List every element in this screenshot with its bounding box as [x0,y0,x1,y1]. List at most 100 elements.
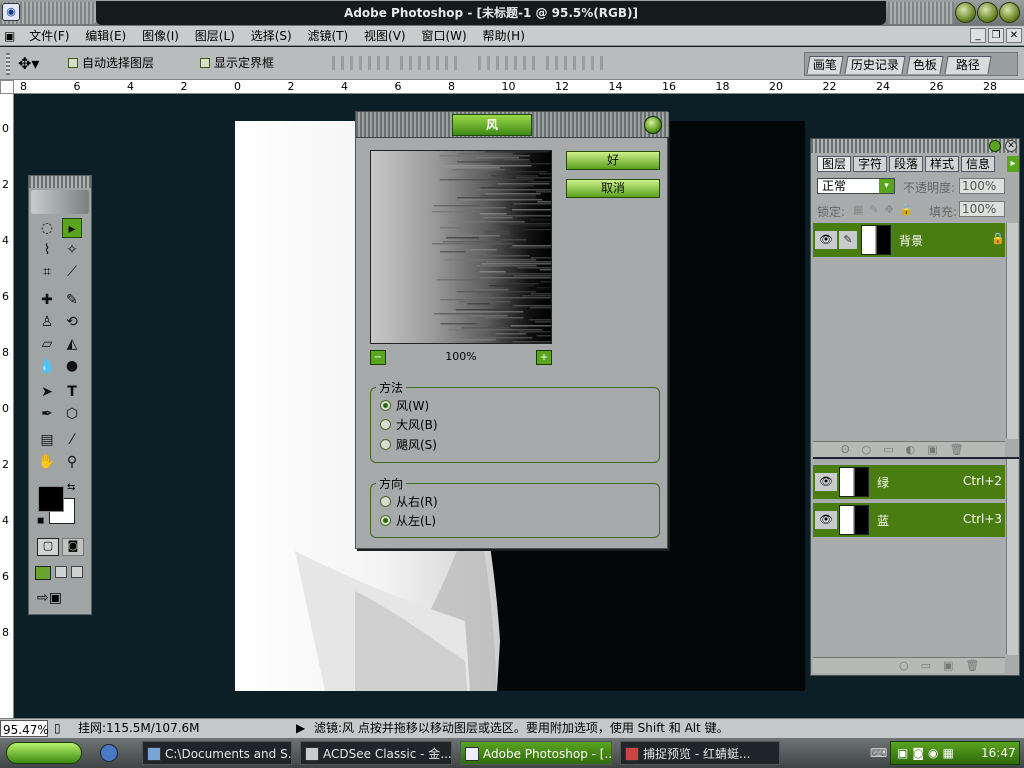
document-icon[interactable]: ▣ [0,26,19,46]
distribute-icons-group[interactable] [478,56,536,70]
filter-preview[interactable] [370,150,552,344]
zoom-icon[interactable]: ⚲ [62,452,82,472]
show-bounding-box-checkbox[interactable]: 显示定界框 [200,55,274,71]
tab-info[interactable]: 信息 [961,156,995,172]
marquee-icon[interactable]: ◌ [37,218,57,238]
visibility-eye-icon[interactable]: 👁 [815,473,837,491]
menu-filter[interactable]: 滤镜(T) [302,26,355,46]
menu-image[interactable]: 图像(I) [136,26,185,46]
palette-menu-arrow-icon[interactable]: ▸ [1007,156,1019,172]
opacity-field[interactable]: 100% [959,178,1005,194]
screen-mode-full-menu-icon[interactable] [55,566,67,578]
visibility-eye-icon[interactable]: 👁 [815,511,837,529]
layers-bottom-icons[interactable]: ʘ○▭◐▣🗑 [813,441,1005,457]
tab-character[interactable]: 字符 [853,156,887,172]
magic-wand-icon[interactable]: ✧ [62,240,82,260]
doc-minimize-icon[interactable]: _ [970,28,986,43]
well-tab-paths[interactable]: 路径 [944,56,992,74]
minimize-icon[interactable] [955,2,976,23]
task-acdsee[interactable]: ACDSee Classic - 金... [300,741,452,765]
direction-from-right-radio[interactable]: 从右(R) [380,494,438,510]
eraser-icon[interactable]: ▱ [37,334,57,354]
notes-icon[interactable]: ▤ [37,430,57,450]
type-tool-icon[interactable]: T [62,382,82,402]
foreground-color-swatch[interactable] [38,486,64,512]
clone-stamp-icon[interactable]: ♙ [37,312,57,332]
swap-colors-icon[interactable]: ⇆ [67,482,75,493]
task-photoshop[interactable]: Adobe Photoshop - [... [460,741,612,765]
ok-button[interactable]: 好 [566,151,660,170]
dialog-close-icon[interactable] [644,116,662,134]
horizontal-ruler[interactable]: 8 6 4 2 0 2 4 6 8 10 12 14 16 18 20 22 24 26 28 [14,80,1024,94]
lock-icons[interactable]: ▦✎✥🔒 [853,203,920,216]
crop-icon[interactable]: ⌗ [37,262,57,282]
auto-select-layer-checkbox[interactable]: 自动选择图层 [68,55,154,71]
feather-logo-icon[interactable] [31,190,89,214]
menu-window[interactable]: 窗口(W) [415,26,472,46]
brush-link-icon[interactable]: ✎ [839,231,857,249]
quick-mask-icon[interactable]: ◙ [62,538,84,556]
palette-title-bar[interactable] [811,139,1019,153]
lasso-icon[interactable]: ⌇ [37,240,57,260]
ruler-origin[interactable] [0,80,14,94]
menu-help[interactable]: 帮助(H) [477,26,531,46]
task-explorer[interactable]: C:\Documents and S... [142,741,292,765]
screen-mode-full-icon[interactable] [71,566,83,578]
method-stagger-radio[interactable]: 飓风(S) [380,437,437,453]
channel-row-blue[interactable]: 👁 蓝 Ctrl+3 [813,503,1005,537]
dodge-icon[interactable]: ● [62,356,82,376]
start-button[interactable] [6,742,82,764]
close-icon[interactable] [999,2,1020,23]
doc-info-icon[interactable]: ▯ [54,719,61,738]
menu-file[interactable]: 文件(F) [23,26,75,46]
hand-icon[interactable]: ✋ [37,452,57,472]
path-selection-icon[interactable]: ➤ [37,382,57,402]
direction-from-left-radio[interactable]: 从左(L) [380,513,436,529]
chevron-down-icon[interactable]: ▾ [879,179,894,193]
brush-icon[interactable]: ✎ [62,290,82,310]
photoshop-app-icon[interactable]: ◉ [2,3,20,21]
task-capture[interactable]: 捕捉预览 - 红蜻蜓... [620,741,780,765]
paint-bucket-icon[interactable]: ◭ [62,334,82,354]
status-menu-arrow-icon[interactable]: ▶ [296,719,305,738]
toolbox-grip[interactable] [29,176,91,188]
method-wind-radio[interactable]: 风(W) [380,398,429,414]
keyboard-icon[interactable]: ⌨ [870,746,887,760]
maximize-icon[interactable] [977,2,998,23]
zoom-out-icon[interactable]: − [370,350,386,365]
standard-mode-icon[interactable]: ▢ [37,538,59,556]
menu-layer[interactable]: 图层(L) [189,26,241,46]
palette-minimize-icon[interactable] [989,140,1001,152]
menu-select[interactable]: 选择(S) [245,26,298,46]
move-tool-icon[interactable]: ▸ [62,218,82,238]
zoom-field[interactable]: 95.47% [0,720,49,737]
channels-scrollbar[interactable] [1006,459,1018,655]
default-colors-icon[interactable]: ◼ [37,516,44,526]
palette-close-icon[interactable]: ✕ [1005,140,1017,152]
blur-icon[interactable]: 💧 [37,356,57,376]
menu-edit[interactable]: 编辑(E) [79,26,132,46]
menu-view[interactable]: 视图(V) [358,26,412,46]
tab-paragraph[interactable]: 段落 [889,156,923,172]
healing-brush-icon[interactable]: ✚ [37,290,57,310]
channels-bottom-icons[interactable]: ○▭▣🗑 [813,657,1005,673]
eyedropper-icon[interactable]: ⁄ [62,430,82,450]
well-tab-history[interactable]: 历史记录 [844,56,906,74]
fill-field[interactable]: 100% [959,201,1005,217]
zoom-in-icon[interactable]: + [536,350,552,365]
channel-row-green[interactable]: 👁 绿 Ctrl+2 [813,465,1005,499]
well-tab-brushes[interactable]: 画笔 [806,56,844,74]
quick-launch-ie-icon[interactable] [100,744,118,762]
doc-close-icon[interactable]: ✕ [1006,28,1022,43]
method-blast-radio[interactable]: 大风(B) [380,417,438,433]
pen-icon[interactable]: ✒ [37,404,57,424]
screen-mode-standard-icon[interactable] [35,566,51,580]
tray-icons[interactable]: ▣◙◉▦ [897,742,958,764]
doc-restore-icon[interactable]: ❐ [988,28,1004,43]
visibility-eye-icon[interactable]: 👁 [815,231,837,249]
align-icons-group-2[interactable] [400,56,458,70]
history-brush-icon[interactable]: ⟲ [62,312,82,332]
layer-row-background[interactable]: 👁 ✎ 背景 🔒 [813,223,1005,257]
vertical-ruler[interactable]: 0 2 4 6 8 0 2 4 6 8 [0,94,14,718]
tab-layers[interactable]: 图层 [817,156,851,172]
